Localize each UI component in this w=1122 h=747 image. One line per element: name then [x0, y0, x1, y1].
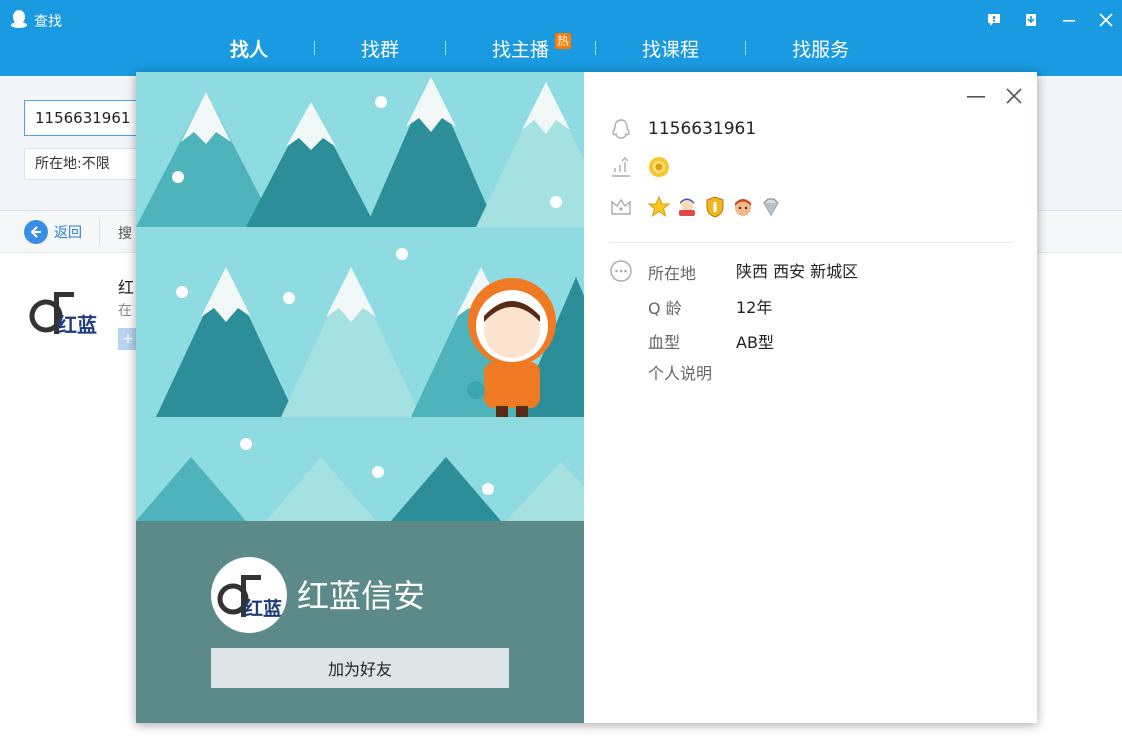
nav-separator — [314, 41, 316, 55]
info-label-blood-type: 血型 — [648, 333, 681, 352]
title-bar: 查找 找人 找群 找主播 热 找课程 找服务 — [0, 0, 1122, 76]
qq-number-row: 1156631961 — [610, 118, 756, 140]
avatar[interactable]: 红蓝 — [211, 557, 287, 633]
minimize-button[interactable] — [1059, 10, 1079, 30]
level-row — [610, 156, 670, 178]
search-label: 搜 — [118, 226, 132, 242]
nav-separator — [445, 41, 447, 55]
search-input[interactable]: 1156631961 — [24, 100, 144, 136]
privilege-row — [610, 196, 782, 218]
profile-details: 1156631961 所在地 陕西 西安 新城区 Q 龄 12年 血型 AB型 … — [584, 72, 1037, 723]
location-select[interactable]: 所在地:不限 — [24, 148, 144, 180]
sun-level-icon[interactable] — [648, 156, 670, 178]
result-avatar[interactable]: 红蓝 — [24, 278, 100, 344]
tab-find-people[interactable]: 找人 — [230, 35, 268, 62]
hot-badge: 热 — [555, 32, 572, 49]
back-label: 返回 — [54, 225, 82, 241]
profile-summary: 红蓝 红蓝信安 加为好友 — [136, 521, 584, 723]
profile-cover: 红蓝 红蓝信安 加为好友 — [136, 72, 584, 723]
card-minimize-icon[interactable] — [966, 90, 986, 104]
tab-find-group[interactable]: 找群 — [361, 35, 399, 62]
info-label-bio: 个人说明 — [648, 364, 713, 383]
info-value-blood-type: AB型 — [736, 333, 774, 352]
tab-find-course[interactable]: 找课程 — [642, 35, 699, 62]
close-icon — [1099, 13, 1113, 27]
result-subtext: 在 — [118, 303, 132, 319]
diamond-badge-icon[interactable] — [760, 196, 782, 218]
back-arrow-icon — [24, 220, 48, 244]
crown-outline-icon — [610, 196, 632, 218]
game-badge-icon[interactable] — [676, 196, 698, 218]
tab-find-streamer-label: 找主播 — [492, 38, 550, 61]
nav-separator — [595, 41, 597, 55]
star-badge-icon[interactable] — [648, 196, 670, 218]
add-friend-button[interactable]: 加为好友 — [211, 648, 509, 688]
more-dots-icon — [610, 260, 632, 282]
qq-number: 1156631961 — [648, 119, 757, 139]
details-divider — [610, 242, 1012, 243]
nickname: 红蓝信安 — [297, 577, 426, 615]
avatar-logo-text: 红蓝 — [244, 597, 282, 620]
download-button[interactable] — [1021, 10, 1041, 30]
card-close-icon[interactable] — [1004, 86, 1024, 106]
info-label-location: 所在地 — [648, 264, 697, 283]
result-name[interactable]: 红 — [118, 274, 134, 298]
result-add-button[interactable]: + — [118, 328, 138, 350]
nav-separator — [745, 41, 747, 55]
nav-tabs: 找人 找群 找主播 热 找课程 找服务 — [230, 32, 849, 63]
download-icon — [1026, 14, 1036, 26]
toolbar-divider — [99, 219, 100, 245]
qq-penguin-icon — [11, 10, 27, 28]
brand-logo: 红蓝 — [217, 575, 282, 620]
info-value-qq-age: 12年 — [736, 298, 773, 317]
penguin-outline-icon — [610, 118, 632, 140]
info-value-location: 陕西 西安 新城区 — [736, 262, 859, 281]
result-logo-text: 红蓝 — [57, 313, 97, 337]
winter-cover-illustration — [136, 72, 584, 521]
back-button[interactable]: 返回 — [24, 220, 82, 244]
tab-find-streamer[interactable]: 找主播 热 — [492, 32, 572, 62]
close-button[interactable] — [1096, 10, 1116, 30]
tab-find-service[interactable]: 找服务 — [792, 35, 849, 62]
character-badge-icon[interactable] — [732, 196, 754, 218]
level-chart-icon — [610, 156, 632, 178]
feedback-icon — [988, 14, 1000, 26]
window-title: 查找 — [34, 14, 62, 30]
profile-card: 红蓝 红蓝信安 加为好友 1156631961 所在地 陕西 西安 新城区 Q … — [136, 72, 1037, 723]
info-label-qq-age: Q 龄 — [648, 299, 682, 318]
minimize-icon — [1063, 20, 1075, 22]
shield-badge-icon[interactable] — [704, 196, 726, 218]
feedback-button[interactable] — [984, 10, 1004, 30]
